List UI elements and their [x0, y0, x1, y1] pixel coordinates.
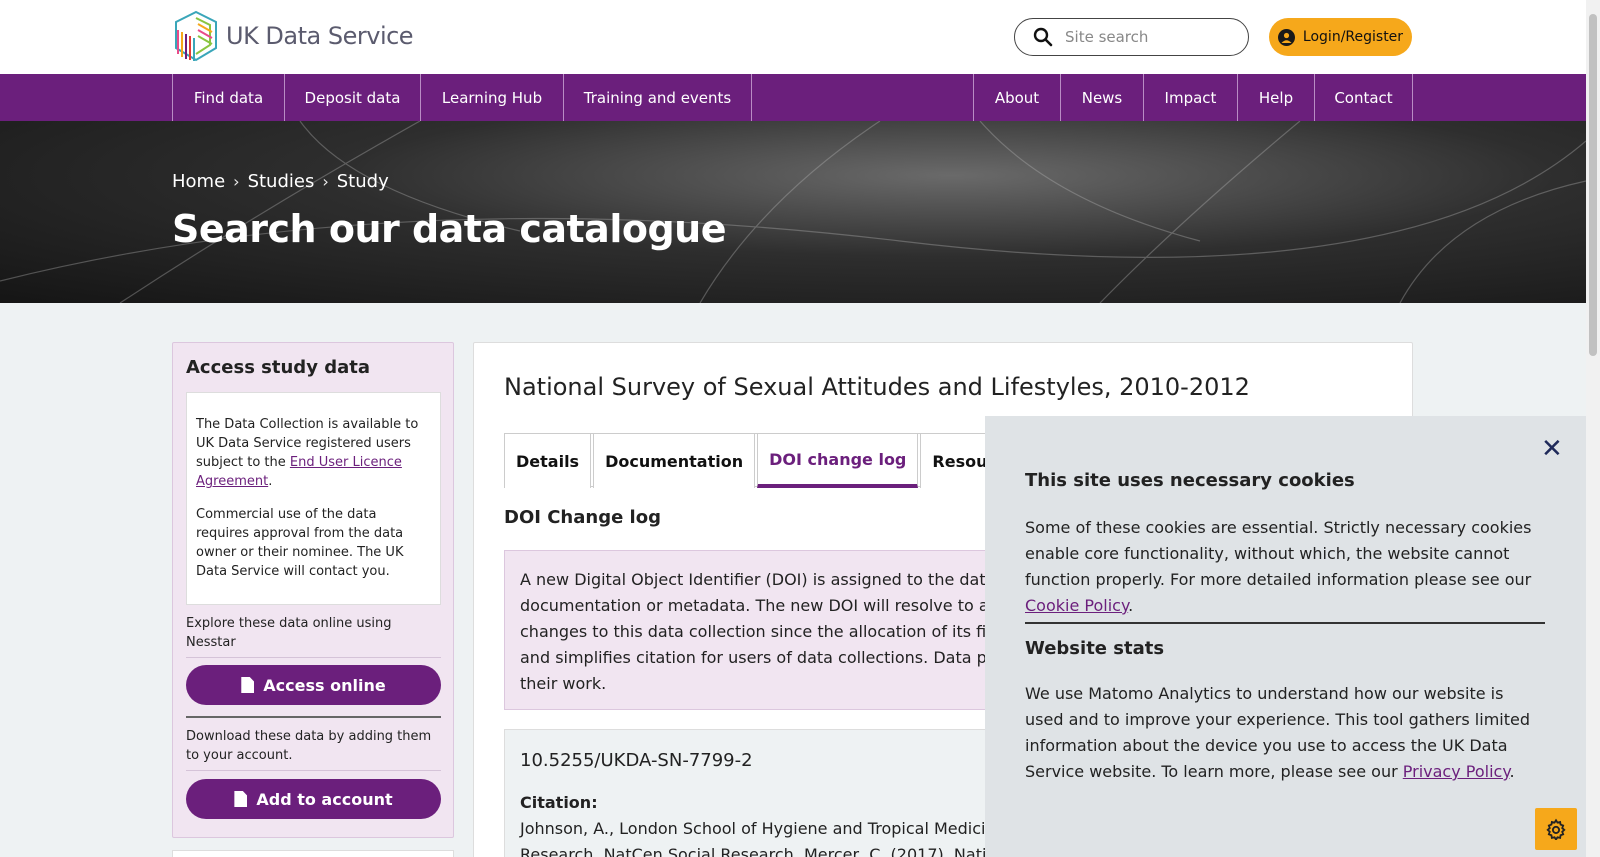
- scrollbar-thumb[interactable]: [1589, 14, 1597, 356]
- nav-impact[interactable]: Impact: [1143, 74, 1237, 121]
- sidebar-title: Access study data: [186, 357, 370, 378]
- divider: [186, 657, 441, 658]
- cookie-text-pre: Some of these cookies are essential. Str…: [1025, 518, 1532, 589]
- login-register-button[interactable]: Login/Register: [1269, 18, 1412, 56]
- cookie-settings-button[interactable]: [1535, 808, 1577, 850]
- breadcrumb: Home › Studies › Study: [172, 171, 389, 192]
- nav-help[interactable]: Help: [1237, 74, 1314, 121]
- nav-about[interactable]: About: [973, 74, 1060, 121]
- site-search[interactable]: [1014, 18, 1249, 56]
- login-label: Login/Register: [1302, 29, 1404, 45]
- cookie-heading-necessary: This site uses necessary cookies: [1025, 470, 1355, 491]
- study-title: National Survey of Sexual Attitudes and …: [504, 373, 1250, 401]
- hero-banner: Home › Studies › Study Search our data c…: [0, 121, 1586, 303]
- file-download-icon: [234, 791, 248, 807]
- logo-text: UK Data Service: [226, 22, 414, 50]
- cookie-heading-stats: Website stats: [1025, 638, 1165, 659]
- logo-mark-icon: [175, 10, 217, 62]
- add-to-account-button[interactable]: Add to account: [186, 779, 441, 819]
- stats-text-post: .: [1509, 762, 1515, 781]
- site-header: UK Data Service Login/Register: [0, 0, 1586, 74]
- section-heading: DOI Change log: [504, 507, 661, 528]
- explore-online-text: Explore these data online using Nesstar: [186, 616, 392, 650]
- tab-doi-change-log[interactable]: DOI change log: [757, 434, 919, 488]
- privacy-policy-link[interactable]: Privacy Policy: [1403, 762, 1510, 781]
- nav-deposit-data[interactable]: Deposit data: [284, 74, 420, 121]
- download-text: Download these data by adding them to yo…: [186, 729, 432, 763]
- study-tabs: Details Documentation DOI change log Res…: [504, 433, 1040, 488]
- sidebar-next-panel: [172, 850, 454, 857]
- tab-details[interactable]: Details: [504, 434, 592, 488]
- divider: [1025, 622, 1545, 624]
- commercial-use-text: Commercial use of the data requires appr…: [196, 507, 404, 579]
- breadcrumb-home[interactable]: Home: [172, 171, 225, 192]
- site-logo[interactable]: UK Data Service: [172, 10, 414, 62]
- cookie-consent-panel: ✕ This site uses necessary cookies Some …: [985, 416, 1586, 857]
- availability-post: .: [268, 474, 273, 489]
- nav-find-data[interactable]: Find data: [172, 74, 284, 121]
- page-scrollbar[interactable]: [1586, 0, 1600, 857]
- nav-contact[interactable]: Contact: [1314, 74, 1413, 121]
- gear-icon: [1546, 818, 1566, 840]
- nav-news[interactable]: News: [1060, 74, 1143, 121]
- access-conditions-box: The Data Collection is available to UK D…: [186, 392, 441, 605]
- chevron-right-icon: ›: [233, 172, 240, 191]
- access-online-label: Access online: [263, 675, 386, 695]
- main-nav: Find data Deposit data Learning Hub Trai…: [0, 74, 1586, 121]
- breadcrumb-study: Study: [336, 171, 389, 192]
- cookie-policy-link[interactable]: Cookie Policy: [1025, 596, 1128, 615]
- cookie-necessary-text: Some of these cookies are essential. Str…: [1025, 515, 1545, 619]
- divider: [186, 770, 441, 771]
- tab-documentation[interactable]: Documentation: [593, 434, 756, 488]
- cookie-text-post: .: [1128, 596, 1134, 615]
- file-icon: [241, 677, 255, 693]
- search-icon: [1033, 27, 1053, 47]
- close-icon[interactable]: ✕: [1541, 436, 1563, 462]
- add-to-account-label: Add to account: [256, 789, 393, 809]
- breadcrumb-studies[interactable]: Studies: [248, 171, 315, 192]
- nav-training-events[interactable]: Training and events: [563, 74, 752, 121]
- chevron-right-icon: ›: [322, 172, 329, 191]
- availability-text: The Data Collection is available to UK D…: [196, 415, 431, 491]
- divider: [186, 716, 441, 718]
- access-online-button[interactable]: Access online: [186, 665, 441, 705]
- page-title: Search our data catalogue: [172, 207, 726, 251]
- user-icon: [1277, 28, 1295, 46]
- cookie-stats-text: We use Matomo Analytics to understand ho…: [1025, 681, 1545, 785]
- search-input[interactable]: [1065, 28, 1235, 46]
- nav-learning-hub[interactable]: Learning Hub: [420, 74, 563, 121]
- access-study-data-panel: Access study data The Data Collection is…: [172, 342, 454, 838]
